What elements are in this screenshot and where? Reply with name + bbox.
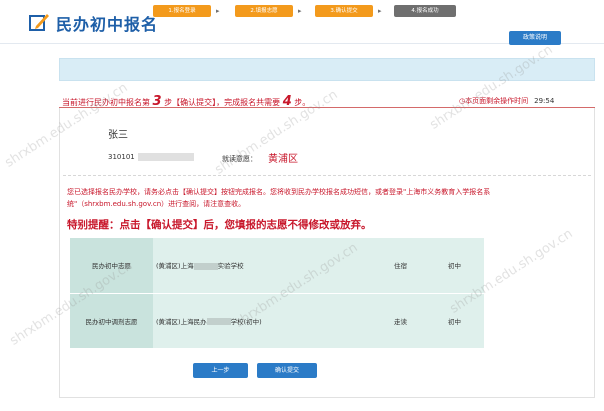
choice-level: 初中 [445,238,484,294]
table-row: 民办初中调剂志愿 (黄浦区)上海民办 学校(初中) 走读 初中 [70,293,484,349]
step-fill-choices: 2.填报志愿 [235,5,293,17]
choice-level: 初中 [445,293,484,349]
choice-label: 民办初中志愿 [70,238,153,294]
student-name: 张三 [108,130,128,141]
step-arrow-icon: ▸ [216,7,220,15]
previous-step-button[interactable]: 上一步 [193,363,248,378]
school-redaction [193,262,218,270]
step-success: 4.报名成功 [394,5,456,17]
choices-table: 民办初中志愿 (黄浦区)上海 实验学校 住宿 初中 民办初中调剂志愿 (黄浦区)上… [70,238,484,349]
divider [63,175,591,176]
progress-prefix: 当前进行民办初中报名第 [62,98,150,107]
page: 民办初中报名 政策说明 1.报名登录 ▸ 2.填报志愿 ▸ 3.确认提交 ▸ 4… [0,0,604,411]
step-arrow-icon: ▸ [298,7,302,15]
site-title: 民办初中报名 [56,15,159,34]
district-value: 黄浦区 [268,154,298,165]
student-id: 310101 [108,153,135,161]
step-login: 1.报名登录 [153,5,211,17]
confirm-submit-button[interactable]: 确认提交 [257,363,317,378]
pencil-document-icon [29,14,49,31]
choice-label: 民办初中调剂志愿 [70,293,153,349]
school-redaction [206,318,231,325]
progress-middle: 步【确认提交】，完成报名共需要 [164,98,281,107]
progress-suffix: 步。 [294,98,311,107]
id-redaction [138,153,194,161]
steps-bar [59,58,595,81]
step-arrow-icon: ▸ [378,7,382,15]
notice-text: 您已选择报名民办学校，请务必点击【确认提交】按钮完成报名。您将收到民办学校报名成… [67,188,491,208]
step-confirm-submit: 3.确认提交 [315,5,373,17]
countdown-timer: ◷本页面剩余操作时间 29:54 [459,96,554,106]
choice-mode: 走读 [379,293,445,349]
timer-value: 29:54 [534,97,555,105]
timer-label: 本页面剩余操作时间 [465,97,529,105]
choice-mode: 住宿 [379,238,445,294]
warning-text: 特别提醒：点击【确认提交】后，您填报的志愿不得修改或放弃。 [67,219,372,231]
table-row: 民办初中志愿 (黄浦区)上海 实验学校 住宿 初中 [70,238,484,294]
choice-school: (黄浦区)上海民办 学校(初中) [153,293,379,349]
district-label: 就读意愿： [222,155,257,163]
policy-button[interactable]: 政策说明 [509,31,561,45]
choice-school: (黄浦区)上海 实验学校 [153,238,379,294]
header: 民办初中报名 政策说明 [0,0,604,45]
